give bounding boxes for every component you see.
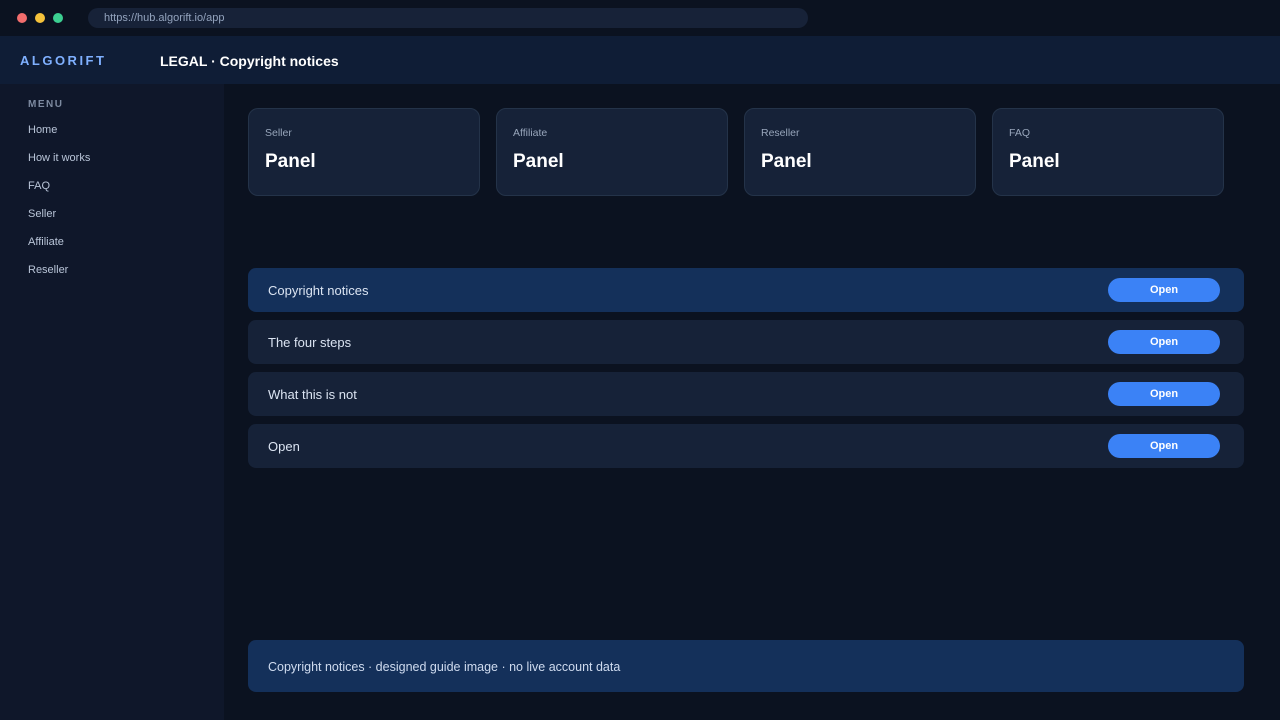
url-bar[interactable]: https://hub.algorift.io/app [88,8,808,28]
browser-chrome: https://hub.algorift.io/app [0,0,1280,36]
menu-label: MENU [28,99,64,110]
sidebar-item-affiliate[interactable]: Affiliate [28,236,64,248]
maximize-window-icon[interactable] [53,13,63,23]
stat-card-seller[interactable]: Seller Panel [248,108,480,196]
card-label: Reseller [761,127,800,139]
row-label: Open [268,439,300,454]
card-label: Seller [265,127,292,139]
row-label: What this is not [268,387,357,402]
brand-logo[interactable]: ALGORIFT [20,36,106,86]
list-row-what-this-is-not[interactable]: What this is not Open [248,372,1244,416]
sidebar-item-how-it-works[interactable]: How it works [28,152,90,164]
close-window-icon[interactable] [17,13,27,23]
minimize-window-icon[interactable] [35,13,45,23]
open-button[interactable]: Open [1108,330,1220,354]
card-value: Panel [1009,151,1060,172]
sidebar-item-reseller[interactable]: Reseller [28,264,68,276]
stat-card-reseller[interactable]: Reseller Panel [744,108,976,196]
card-value: Panel [265,151,316,172]
list-row-the-four-steps[interactable]: The four steps Open [248,320,1244,364]
footer-text: Copyright notices · designed guide image… [268,660,621,674]
list-row-open[interactable]: Open Open [248,424,1244,468]
sidebar-item-faq[interactable]: FAQ [28,180,50,192]
page-title: LEGAL · Copyright notices [160,53,339,69]
sidebar-item-seller[interactable]: Seller [28,208,56,220]
sidebar-item-home[interactable]: Home [28,124,57,136]
open-button[interactable]: Open [1108,382,1220,406]
app-header: ALGORIFT LEGAL · Copyright notices [0,36,1280,84]
open-button[interactable]: Open [1108,434,1220,458]
row-label: Copyright notices [268,283,369,298]
stat-card-affiliate[interactable]: Affiliate Panel [496,108,728,196]
main-content: Seller Panel Affiliate Panel Reseller Pa… [224,84,1280,720]
card-value: Panel [761,151,812,172]
row-label: The four steps [268,335,352,350]
card-value: Panel [513,151,564,172]
stat-card-faq[interactable]: FAQ Panel [992,108,1224,196]
open-button[interactable]: Open [1108,278,1220,302]
footer-note: Copyright notices · designed guide image… [248,640,1244,692]
card-label: Affiliate [513,127,548,139]
card-label: FAQ [1009,127,1031,139]
sidebar: MENU Home How it works FAQ Seller Affili… [0,84,224,720]
list-row-copyright-notices[interactable]: Copyright notices Open [248,268,1244,312]
